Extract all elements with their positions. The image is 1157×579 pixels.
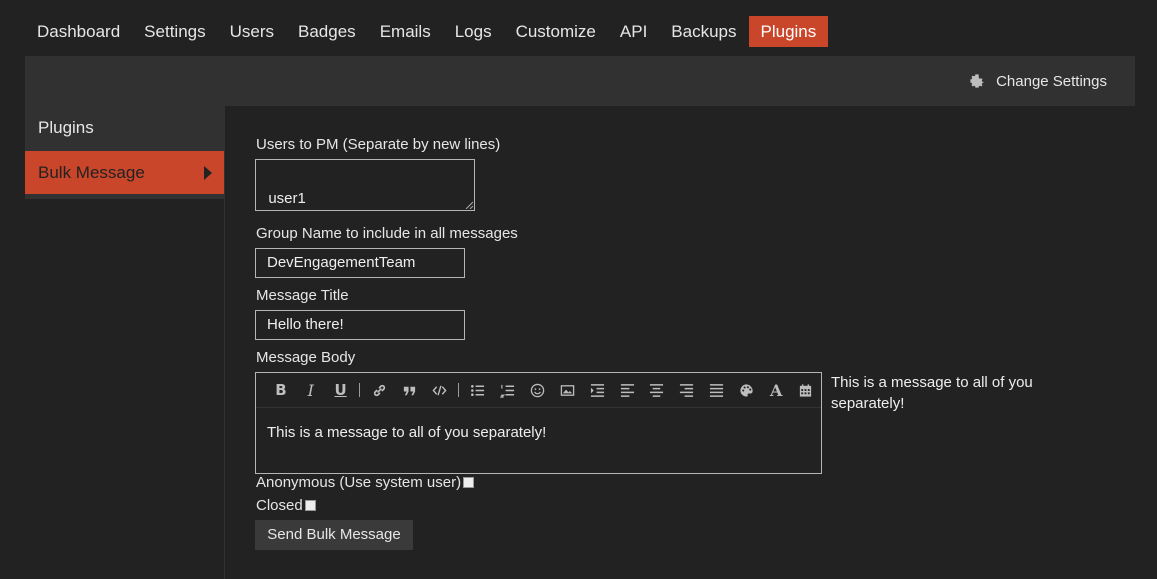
users-textarea[interactable]: user1 user2 (255, 159, 475, 211)
top-navigation: Dashboard Settings Users Badges Emails L… (25, 16, 829, 47)
nav-badges[interactable]: Badges (286, 16, 368, 47)
underline-icon[interactable]: U (326, 373, 356, 408)
sidebar: Plugins Bulk Message (25, 106, 224, 199)
align-right-icon[interactable] (672, 373, 702, 408)
nav-customize[interactable]: Customize (504, 16, 608, 47)
message-body-editor[interactable]: B I U A This is a message to all of you … (255, 372, 822, 474)
calendar-icon[interactable] (791, 373, 821, 408)
gear-icon (970, 74, 984, 88)
align-center-icon[interactable] (642, 373, 672, 408)
caret-right-icon (204, 166, 212, 180)
change-settings-link[interactable]: Change Settings (969, 72, 1107, 90)
message-title-input[interactable]: Hello there! (255, 310, 465, 340)
code-icon[interactable] (424, 373, 454, 408)
nav-backups[interactable]: Backups (659, 16, 748, 47)
font-icon[interactable]: A (761, 373, 791, 408)
emoji-icon[interactable] (523, 373, 553, 408)
closed-row: Closed (256, 497, 316, 514)
nav-emails[interactable]: Emails (368, 16, 443, 47)
numbered-list-icon[interactable] (493, 373, 523, 408)
color-palette-icon[interactable] (731, 373, 761, 408)
users-label: Users to PM (Separate by new lines) (256, 136, 501, 153)
nav-plugins[interactable]: Plugins (748, 16, 829, 47)
toolbar-separator (457, 383, 459, 397)
message-title-label: Message Title (256, 287, 349, 304)
anonymous-label: Anonymous (Use system user) (256, 474, 462, 491)
editor-content[interactable]: This is a message to all of you separate… (267, 424, 546, 441)
justify-icon[interactable] (702, 373, 732, 408)
bold-icon[interactable]: B (266, 373, 296, 408)
indent-icon[interactable] (582, 373, 612, 408)
nav-logs[interactable]: Logs (443, 16, 504, 47)
message-body-label: Message Body (256, 349, 356, 366)
change-settings-label: Change Settings (996, 72, 1107, 90)
link-icon[interactable] (364, 373, 394, 408)
align-left-icon[interactable] (612, 373, 642, 408)
sidebar-divider (224, 106, 225, 579)
group-name-label: Group Name to include in all messages (256, 225, 518, 242)
nav-users[interactable]: Users (218, 16, 286, 47)
closed-label: Closed (256, 497, 303, 514)
sidebar-item-label: Bulk Message (38, 163, 145, 182)
italic-icon[interactable]: I (296, 373, 326, 408)
closed-checkbox[interactable] (304, 500, 316, 511)
nav-settings[interactable]: Settings (132, 16, 217, 47)
resize-handle-icon[interactable] (465, 201, 473, 209)
nav-dashboard[interactable]: Dashboard (25, 16, 132, 47)
sidebar-item-bulk-message[interactable]: Bulk Message (25, 151, 224, 194)
editor-toolbar: B I U A (256, 373, 821, 408)
image-icon[interactable] (552, 373, 582, 408)
toolbar-separator (359, 383, 361, 397)
users-textarea-value: user1 user2 (268, 190, 306, 207)
message-preview: This is a message to all of you separate… (831, 374, 1033, 412)
send-bulk-message-button[interactable]: Send Bulk Message (255, 520, 413, 550)
anonymous-row: Anonymous (Use system user) (256, 474, 475, 491)
quote-icon[interactable] (394, 373, 424, 408)
nav-api[interactable]: API (608, 16, 659, 47)
group-name-input[interactable]: DevEngagementTeam (255, 248, 465, 278)
page-header-bar: Change Settings (25, 56, 1135, 106)
bullet-list-icon[interactable] (463, 373, 493, 408)
anonymous-checkbox[interactable] (463, 477, 475, 488)
sidebar-item-plugins[interactable]: Plugins (25, 106, 224, 149)
